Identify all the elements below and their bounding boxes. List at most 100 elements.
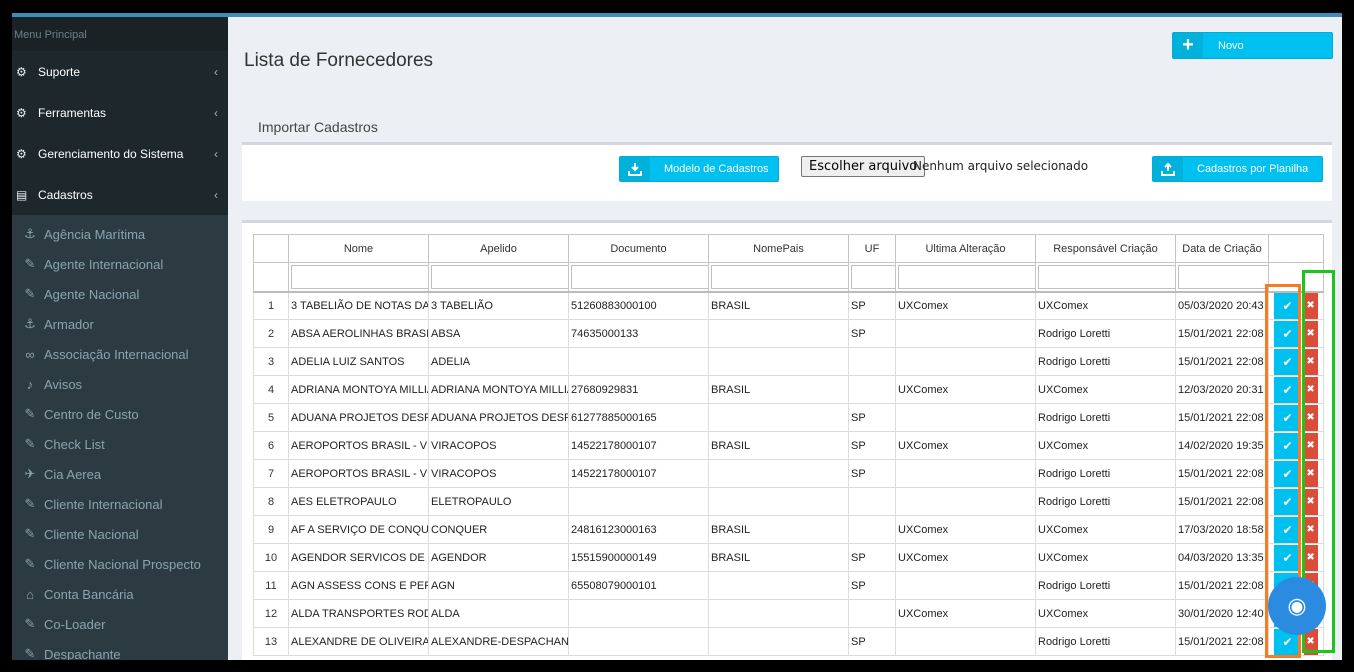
sidebar-item[interactable]: ✎ Cliente Internacional (12, 489, 228, 519)
column-header[interactable]: Ultima Alteração (895, 234, 1036, 263)
sidebar-item[interactable]: ✎ Co-Loader (12, 609, 228, 639)
sidebar-item[interactable]: ✎ Cliente Nacional (12, 519, 228, 549)
confirm-check-icon[interactable]: ✔ (1274, 348, 1301, 375)
new-button[interactable]: + Novo (1172, 32, 1333, 59)
sidebar-item-label: Armador (44, 316, 94, 332)
confirm-check-icon[interactable]: ✔ (1274, 292, 1301, 319)
delete-x-icon[interactable]: ✖ (1303, 376, 1318, 403)
sidebar-group-cadastros[interactable]: ▤ Cadastros ‹ (12, 174, 228, 215)
column-header[interactable]: NomePais (708, 234, 849, 263)
sidebar-item[interactable]: ✎ Despachante (12, 639, 228, 660)
sidebar-item[interactable]: ✎ Centro de Custo (12, 399, 228, 429)
column-filter-input[interactable] (1038, 264, 1175, 289)
cell-uf: SP (848, 319, 896, 348)
row-actions: ✔ ✖ (1268, 403, 1324, 432)
row-number: 3 (253, 347, 289, 376)
table-row[interactable]: 9AF A SERVIÇO DE CONQUERCONQUER248161230… (253, 515, 1324, 544)
delete-x-icon[interactable]: ✖ (1303, 516, 1318, 543)
column-header[interactable]: UF (848, 234, 896, 263)
filter-cell: x (708, 262, 849, 293)
sidebar-item[interactable]: ⚓ Armador (12, 309, 228, 339)
table-row[interactable]: 5ADUANA PROJETOS DESPACHADUANA PROJETOS … (253, 403, 1324, 432)
column-filter-input[interactable] (711, 264, 848, 289)
row-actions: ✔ ✖ (1268, 515, 1324, 544)
table-row[interactable]: 13ALEXANDRE DE OLIVEIRA MEALEXANDRE-DESP… (253, 627, 1324, 656)
column-filter-input[interactable] (571, 264, 708, 289)
table-row[interactable]: 10AGENDOR SERVICOS DE INTEAGENDOR1551590… (253, 543, 1324, 572)
sidebar-item[interactable]: ⚓ Agência Marítima (12, 219, 228, 249)
table-row[interactable]: 7AEROPORTOS BRASIL - VIRAVIRACOPOS145221… (253, 459, 1324, 488)
confirm-check-icon[interactable]: ✔ (1274, 488, 1301, 515)
cell-nome: ADUANA PROJETOS DESPACH (288, 403, 429, 432)
cell-resp: Rodrigo Loretti (1035, 319, 1176, 348)
delete-x-icon[interactable]: ✖ (1303, 348, 1318, 375)
sidebar-item-label: Associação Internacional (44, 346, 189, 362)
sidebar-item[interactable]: ✎ Check List (12, 429, 228, 459)
column-filter-input[interactable] (431, 264, 568, 289)
filter-cell: x (288, 262, 429, 293)
sidebar-submenu-cadastros: ⚓ Agência Marítima ✎ Agente Internacional ✎ A… (12, 215, 228, 660)
bell-icon: ♪ (26, 376, 34, 392)
sidebar-item-label: Cliente Internacional (44, 496, 163, 512)
confirm-check-icon[interactable]: ✔ (1274, 376, 1301, 403)
column-filter-input[interactable] (291, 264, 428, 289)
table-row[interactable]: 8 AES ELETROPAULO ELETROPAULO Rodrigo Loret… (253, 487, 1324, 516)
delete-x-icon[interactable]: ✖ (1303, 544, 1318, 571)
upload-spreadsheet-button[interactable]: Cadastros por Planilha (1152, 156, 1323, 182)
confirm-check-icon[interactable]: ✔ (1274, 460, 1301, 487)
table-row[interactable]: 12ALDA TRANSPORTES RODOVIALDA UXComexUXCo… (253, 599, 1324, 628)
download-template-button[interactable]: Modelo de Cadastros (619, 156, 779, 182)
cell-data: 05/03/2020 20:43 (1175, 291, 1269, 320)
cell-apelido: ELETROPAULO (428, 487, 569, 516)
cell-resp: UXComex (1035, 515, 1176, 544)
delete-x-icon[interactable]: ✖ (1303, 320, 1318, 347)
column-header[interactable]: Data de Criação (1175, 234, 1269, 263)
column-header[interactable]: Documento (568, 234, 709, 263)
column-header[interactable]: Nome (288, 234, 429, 263)
row-number: 5 (253, 403, 289, 432)
column-header[interactable] (1268, 234, 1324, 263)
column-filter-input[interactable] (1178, 264, 1268, 289)
cell-nome: ADELIA LUIZ SANTOS (288, 347, 429, 376)
sidebar-item[interactable]: ∞ Associação Internacional (12, 339, 228, 369)
confirm-check-icon[interactable]: ✔ (1274, 432, 1301, 459)
table-row[interactable]: 6AEROPORTOS BRASIL - VIRAVIRACOPOS145221… (253, 431, 1324, 460)
sidebar-group-suporte[interactable]: ⚙ Suporte ‹ (12, 51, 228, 92)
confirm-check-icon[interactable]: ✔ (1274, 516, 1301, 543)
table-row[interactable]: 4ADRIANA MONTOYA MILLIANIADRIANA MONTOYA… (253, 375, 1324, 404)
sidebar-item[interactable]: ✎ Agente Nacional (12, 279, 228, 309)
confirm-check-icon[interactable]: ✔ (1274, 320, 1301, 347)
table-row[interactable]: 3 ADELIA LUIZ SANTOS ADELIA Rodrigo Loretti… (253, 347, 1324, 376)
sidebar-item[interactable]: ⌂ Conta Bancária (12, 579, 228, 609)
sidebar-item[interactable]: ✎ Cliente Nacional Prospecto (12, 549, 228, 579)
sidebar-item[interactable]: ✈ Cia Aerea (12, 459, 228, 489)
delete-x-icon[interactable]: ✖ (1303, 404, 1318, 431)
confirm-check-icon[interactable]: ✔ (1274, 544, 1301, 571)
confirm-check-icon[interactable]: ✔ (1274, 404, 1301, 431)
column-header[interactable] (253, 234, 289, 263)
sidebar-item[interactable]: ♪ Avisos (12, 369, 228, 399)
delete-x-icon[interactable]: ✖ (1303, 292, 1318, 319)
delete-x-icon[interactable]: ✖ (1303, 460, 1318, 487)
column-header[interactable]: Responsável Criação (1035, 234, 1176, 263)
cell-data: 15/01/2021 22:08 (1175, 487, 1269, 516)
sidebar-item[interactable]: ✎ Agente Internacional (12, 249, 228, 279)
cell-alt: UXComex (895, 375, 1036, 404)
delete-x-icon[interactable]: ✖ (1303, 432, 1318, 459)
table-row[interactable]: 13 TABELIÃO DE NOTAS DA CO3 TABELIÃO5126… (253, 291, 1324, 320)
suppliers-grid-panel: Nome Apelido Documento NomePais UF Ultima Alt… (242, 220, 1332, 660)
cell-doc (568, 487, 709, 516)
cell-nome: AEROPORTOS BRASIL - VIRA (288, 431, 429, 460)
column-header[interactable]: Apelido (428, 234, 569, 263)
table-row[interactable]: 11AGN ASSESS CONS E PERICIAAGN6550807900… (253, 571, 1324, 600)
choose-file-button[interactable]: Escolher arquivo (801, 156, 926, 177)
table-row[interactable]: 2ABSA AEROLINHAS BRASILEIABSA74635000133… (253, 319, 1324, 348)
delete-x-icon[interactable]: ✖ (1303, 488, 1318, 515)
chat-widget-icon[interactable]: ◉ (1268, 577, 1326, 635)
column-filter-input[interactable] (851, 264, 895, 289)
sidebar-group-ferramentas[interactable]: ⚙ Ferramentas ‹ (12, 92, 228, 133)
cell-uf (848, 375, 896, 404)
sidebar-group-gerenciamento-do-sistema[interactable]: ⚙ Gerenciamento do Sistema ‹ (12, 133, 228, 174)
cell-pais (708, 627, 849, 656)
column-filter-input[interactable] (898, 264, 1035, 289)
